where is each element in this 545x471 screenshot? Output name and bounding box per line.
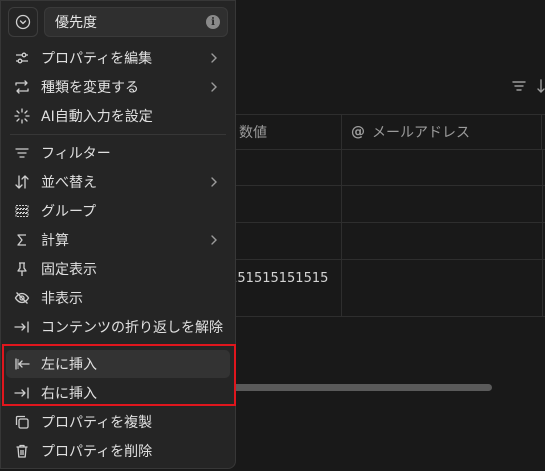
email-cell[interactable]: [342, 149, 543, 185]
menu-item-hide[interactable]: 非表示: [6, 284, 230, 312]
menu-item-calculate[interactable]: 計算: [6, 226, 230, 254]
column-header-label: 数値: [239, 125, 267, 141]
trash-icon: [12, 441, 32, 461]
group-icon: [12, 201, 32, 221]
property-menu: 優先度 i プロパティを編集 種類を変更する AI自動入力を設定 フィルター 並…: [0, 0, 236, 469]
wrap-icon: [12, 317, 32, 337]
swap-icon: [12, 77, 32, 97]
property-name-input[interactable]: 優先度 i: [44, 7, 228, 37]
menu-item-label: AI自動入力を設定: [41, 109, 153, 125]
property-name-row: 優先度 i: [8, 7, 228, 37]
chevron-circle-icon: [15, 14, 31, 30]
menu-item-label: プロパティを編集: [41, 51, 153, 67]
menu-item-insert-left[interactable]: 左に挿入: [6, 350, 230, 378]
column-header-label: メールアドレス: [372, 125, 470, 141]
insert-left-icon: [12, 354, 32, 374]
menu-item-label: 種類を変更する: [41, 80, 139, 96]
eye-off-icon: [12, 288, 32, 308]
menu-item-label: プロパティを複製: [41, 415, 153, 431]
table-row: [230, 149, 545, 186]
filter-icon: [12, 143, 32, 163]
number-cell[interactable]: [230, 223, 342, 259]
menu-item-label: 右に挿入: [41, 386, 97, 402]
info-icon[interactable]: i: [206, 15, 220, 29]
chevron-right-icon: [211, 82, 217, 92]
menu-item-delete[interactable]: プロパティを削除: [6, 437, 230, 465]
menu-item-duplicate[interactable]: プロパティを複製: [6, 408, 230, 436]
property-name-text: 優先度: [55, 15, 97, 31]
table-row: .151515151515: [225, 260, 545, 317]
menu-item-filter[interactable]: フィルター: [6, 139, 230, 167]
insert-right-icon: [12, 383, 32, 403]
email-cell[interactable]: [342, 260, 543, 316]
menu-item-label: 計算: [41, 233, 69, 249]
at-icon: @: [351, 124, 365, 140]
email-cell[interactable]: [342, 186, 543, 222]
number-cell[interactable]: .151515151515: [225, 260, 342, 316]
menu-item-label: 固定表示: [41, 262, 97, 278]
menu-item-insert-right[interactable]: 右に挿入: [6, 379, 230, 407]
number-cell[interactable]: [230, 186, 342, 222]
table-body: .151515151515: [225, 149, 545, 317]
filter-icon[interactable]: [512, 79, 526, 93]
chevron-right-icon: [211, 53, 217, 63]
sigma-icon: [12, 230, 32, 250]
menu-item-edit-property[interactable]: プロパティを編集: [6, 44, 230, 72]
menu-item-ai-autofill[interactable]: AI自動入力を設定: [6, 102, 230, 130]
duplicate-icon: [12, 412, 32, 432]
menu-item-label: 非表示: [41, 291, 83, 307]
sort-icon[interactable]: [537, 79, 545, 93]
menu-divider: [10, 345, 226, 346]
menu-item-label: フィルター: [41, 146, 111, 162]
chevron-right-icon: [211, 235, 217, 245]
property-type-button[interactable]: [8, 7, 38, 37]
sparkle-icon: [12, 106, 32, 126]
pin-icon: [12, 259, 32, 279]
table-header: 数値 @ メールアドレス: [230, 114, 545, 150]
menu-item-change-type[interactable]: 種類を変更する: [6, 73, 230, 101]
menu-item-label: 並べ替え: [41, 175, 97, 191]
sort-icon: [12, 172, 32, 192]
menu-divider: [10, 134, 226, 135]
menu-item-label: プロパティを削除: [41, 444, 153, 460]
menu-item-label: コンテンツの折り返しを解除: [41, 320, 223, 336]
number-cell[interactable]: [230, 149, 342, 185]
menu-item-pin[interactable]: 固定表示: [6, 255, 230, 283]
column-header-number[interactable]: 数値: [239, 115, 342, 149]
sliders-icon: [12, 48, 32, 68]
email-cell[interactable]: [342, 223, 543, 259]
menu-item-label: グループ: [41, 204, 97, 220]
menu-item-label: 左に挿入: [41, 357, 97, 373]
column-header-email[interactable]: @ メールアドレス: [342, 115, 542, 149]
table-row: [230, 223, 545, 260]
menu-item-group[interactable]: グループ: [6, 197, 230, 225]
horizontal-scrollbar[interactable]: [230, 384, 492, 391]
menu-item-unwrap-content[interactable]: コンテンツの折り返しを解除: [6, 313, 230, 341]
table-row: [230, 186, 545, 223]
menu-item-sort[interactable]: 並べ替え: [6, 168, 230, 196]
chevron-right-icon: [211, 177, 217, 187]
